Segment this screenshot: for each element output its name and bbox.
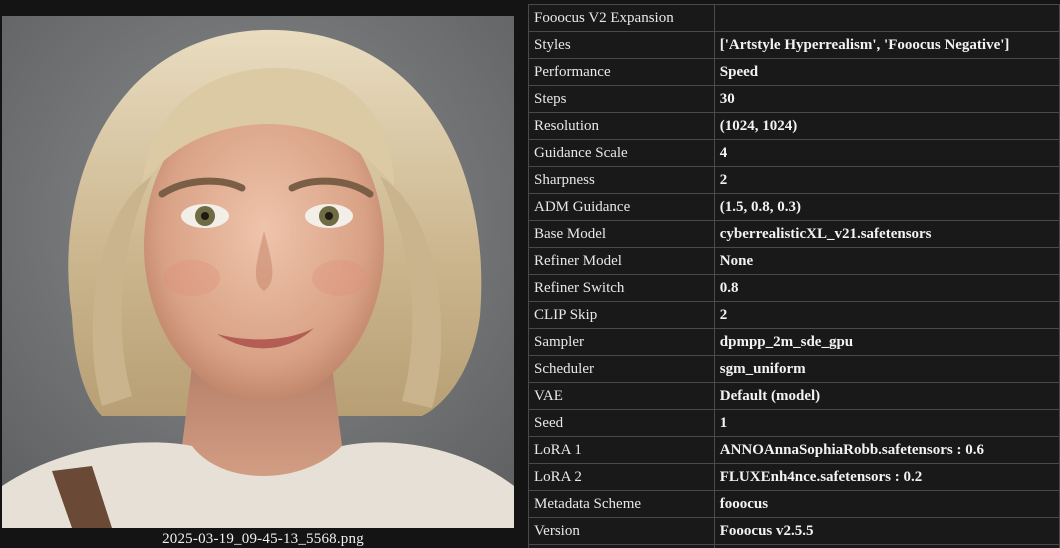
- metadata-key: Steps: [528, 85, 715, 113]
- metadata-value: (1024, 1024): [713, 112, 1060, 140]
- metadata-row: LoRA 1 ANNOAnnaSophiaRobb.safetensors : …: [528, 436, 1060, 464]
- metadata-key: Refiner Switch: [528, 274, 715, 302]
- metadata-value: Fooocus v2.5.5: [713, 517, 1060, 545]
- metadata-table-body: Fooocus V2 Expansion Styles ['Artstyle H…: [528, 4, 1060, 548]
- metadata-key: Scheduler: [528, 355, 715, 383]
- generated-image[interactable]: [2, 16, 514, 528]
- metadata-row: Metadata Scheme fooocus: [528, 490, 1060, 518]
- metadata-row: CLIP Skip 2: [528, 301, 1060, 329]
- metadata-key: Base Model: [528, 220, 715, 248]
- metadata-key: Refiner Model: [528, 247, 715, 275]
- metadata-row: Sharpness 2: [528, 166, 1060, 194]
- metadata-value: 1: [713, 409, 1060, 437]
- metadata-key: Fooocus V2 Expansion: [528, 4, 715, 32]
- metadata-value: fooocus: [713, 490, 1060, 518]
- image-filename-caption: 2025-03-19_09-45-13_5568.png: [162, 531, 364, 547]
- metadata-value: 4: [713, 139, 1060, 167]
- metadata-value: Speed: [713, 58, 1060, 86]
- metadata-key: Metadata Scheme: [528, 490, 715, 518]
- image-panel: 2025-03-19_09-45-13_5568.png: [0, 0, 528, 548]
- metadata-row-partial: [528, 544, 1060, 548]
- metadata-key: LoRA 2: [528, 463, 715, 491]
- metadata-key: Guidance Scale: [528, 139, 715, 167]
- metadata-row: Scheduler sgm_uniform: [528, 355, 1060, 383]
- metadata-table: Fooocus V2 Expansion Styles ['Artstyle H…: [528, 4, 1060, 548]
- metadata-key: Seed: [528, 409, 715, 437]
- metadata-row: Resolution (1024, 1024): [528, 112, 1060, 140]
- metadata-value: 30: [713, 85, 1060, 113]
- metadata-value: None: [713, 247, 1060, 275]
- metadata-key: VAE: [528, 382, 715, 410]
- portrait-illustration: [2, 16, 514, 528]
- metadata-value: 2: [713, 301, 1060, 329]
- metadata-value: ANNOAnnaSophiaRobb.safetensors : 0.6: [713, 436, 1060, 464]
- metadata-key: Version: [528, 517, 715, 545]
- metadata-key: Styles: [528, 31, 715, 59]
- metadata-key: Sharpness: [528, 166, 715, 194]
- metadata-row: Sampler dpmpp_2m_sde_gpu: [528, 328, 1060, 356]
- metadata-row: Base Model cyberrealisticXL_v21.safetens…: [528, 220, 1060, 248]
- metadata-value: FLUXEnh4nce.safetensors : 0.2: [713, 463, 1060, 491]
- metadata-value: dpmpp_2m_sde_gpu: [713, 328, 1060, 356]
- metadata-row: Guidance Scale 4: [528, 139, 1060, 167]
- metadata-row: VAE Default (model): [528, 382, 1060, 410]
- metadata-value: 2: [713, 166, 1060, 194]
- metadata-key: Sampler: [528, 328, 715, 356]
- metadata-row: Version Fooocus v2.5.5: [528, 517, 1060, 545]
- metadata-key: ADM Guidance: [528, 193, 715, 221]
- metadata-row: LoRA 2 FLUXEnh4nce.safetensors : 0.2: [528, 463, 1060, 491]
- metadata-key: Resolution: [528, 112, 715, 140]
- metadata-key: CLIP Skip: [528, 301, 715, 329]
- metadata-value: cyberrealisticXL_v21.safetensors: [713, 220, 1060, 248]
- metadata-row: Seed 1: [528, 409, 1060, 437]
- metadata-value: ['Artstyle Hyperrealism', 'Fooocus Negat…: [713, 31, 1060, 59]
- metadata-value: (1.5, 0.8, 0.3): [713, 193, 1060, 221]
- metadata-key: LoRA 1: [528, 436, 715, 464]
- metadata-value: 0.8: [713, 274, 1060, 302]
- metadata-row: Steps 30: [528, 85, 1060, 113]
- metadata-row: Fooocus V2 Expansion: [528, 4, 1060, 32]
- metadata-value: sgm_uniform: [713, 355, 1060, 383]
- metadata-key: Performance: [528, 58, 715, 86]
- page: 2025-03-19_09-45-13_5568.png Fooocus V2 …: [0, 0, 1060, 548]
- metadata-row: ADM Guidance (1.5, 0.8, 0.3): [528, 193, 1060, 221]
- metadata-row: Performance Speed: [528, 58, 1060, 86]
- metadata-row: Refiner Switch 0.8: [528, 274, 1060, 302]
- metadata-value-empty: [713, 544, 1060, 548]
- metadata-value: Default (model): [713, 382, 1060, 410]
- metadata-value: [713, 4, 1060, 32]
- metadata-row: Refiner Model None: [528, 247, 1060, 275]
- metadata-row: Styles ['Artstyle Hyperrealism', 'Fooocu…: [528, 31, 1060, 59]
- metadata-key-empty: [528, 544, 715, 548]
